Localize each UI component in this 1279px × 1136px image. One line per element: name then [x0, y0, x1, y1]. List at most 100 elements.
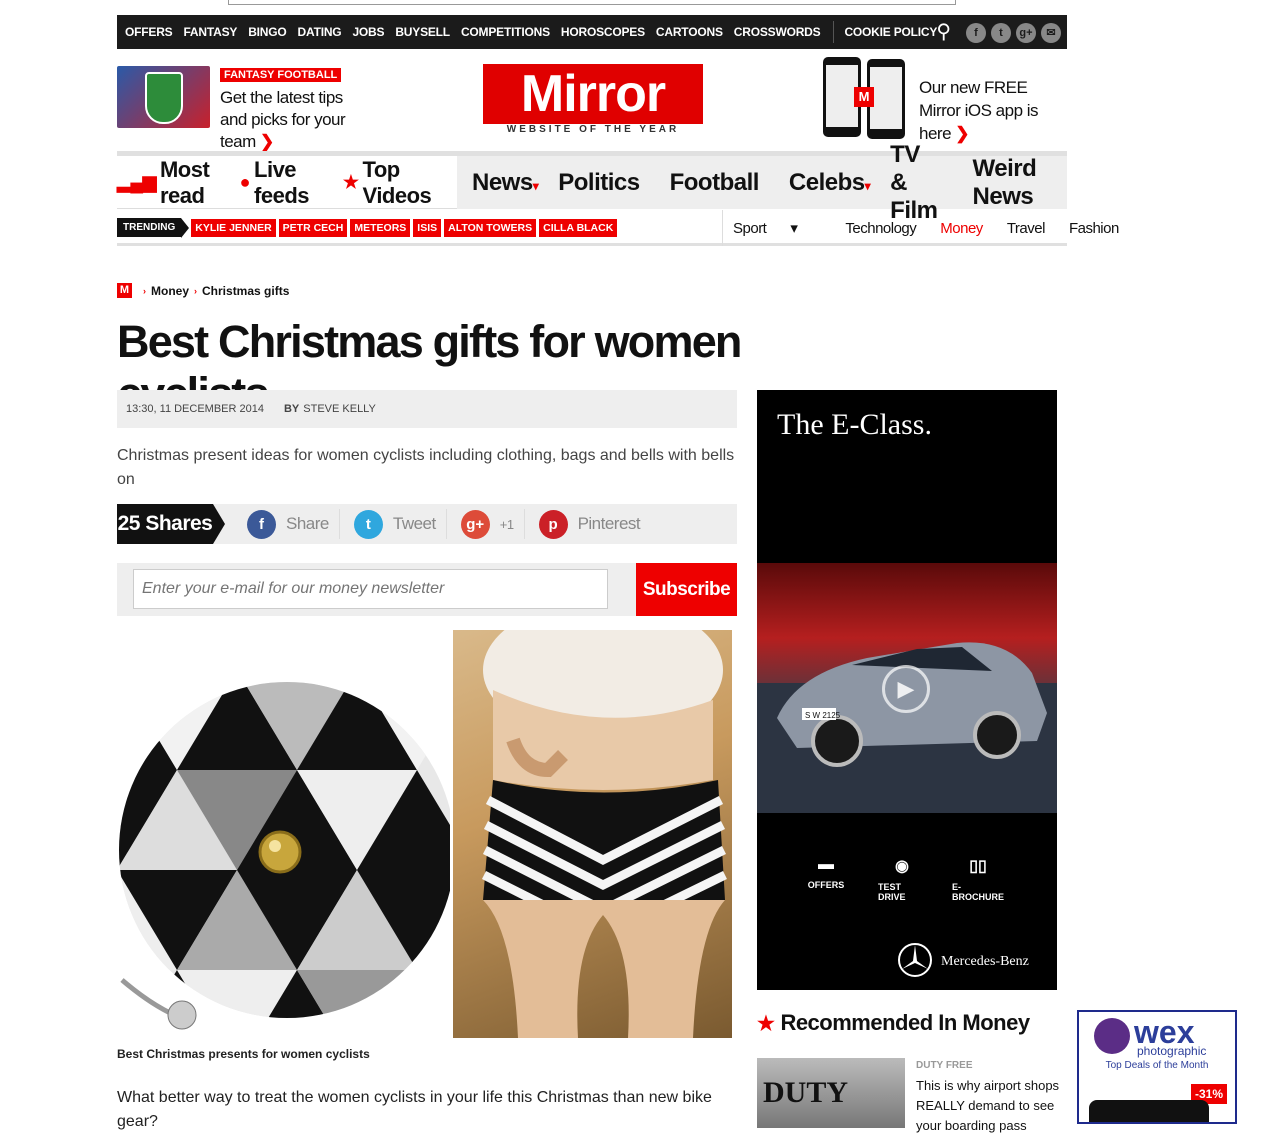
- topbar-link-competitions[interactable]: COMPETITIONS: [461, 25, 550, 39]
- ad-headline: The E-Class.: [777, 408, 932, 441]
- mercedes-advert[interactable]: The E-Class. S W 2125 ▶ ▬ OFFERS ◉ TEST DR…: [757, 390, 1057, 990]
- image-caption: Best Christmas presents for women cyclis…: [117, 1047, 370, 1061]
- star-icon: ★: [342, 172, 359, 192]
- star-icon: ★: [757, 1012, 775, 1035]
- topbar-link-horoscopes[interactable]: HOROSCOPES: [561, 25, 645, 39]
- nav-weird-news[interactable]: Weird News: [973, 155, 1037, 211]
- twitter-share-button[interactable]: t Tweet: [353, 509, 447, 539]
- article-standfirst: Christmas present ideas for women cyclis…: [117, 447, 735, 488]
- trending-bar: TRENDING KYLIE JENNER PETR CECH METEORS …: [117, 218, 620, 238]
- quick-links: ▂▄▆ Most read ● Live feeds ★ Top Videos: [117, 156, 457, 209]
- chevron-right-icon: ›: [143, 285, 146, 296]
- play-icon[interactable]: ▶: [882, 665, 930, 713]
- newsletter-email-input[interactable]: [133, 569, 608, 609]
- subnav-sport[interactable]: Sport ▾: [733, 219, 821, 237]
- chevron-right-icon: ›: [194, 285, 198, 296]
- steering-wheel-icon: ◉: [895, 858, 909, 875]
- chevron-down-icon: ▾: [864, 178, 871, 193]
- trending-tag[interactable]: CILLA BLACK: [539, 218, 618, 237]
- ad-car-photo[interactable]: S W 2125 ▶: [757, 563, 1057, 813]
- pinterest-icon: p: [538, 509, 568, 539]
- pinterest-share-button[interactable]: p Pinterest: [538, 509, 651, 539]
- nav-live-feeds[interactable]: ● Live feeds: [240, 157, 329, 209]
- wex-photographic-advert[interactable]: wex photographic Top Deals of the Month …: [1077, 1010, 1237, 1124]
- twitter-icon[interactable]: t: [991, 22, 1011, 43]
- ios-app-phones-image[interactable]: M: [823, 57, 905, 139]
- mirror-app-icon: M: [854, 87, 874, 107]
- mirror-home-icon[interactable]: M: [117, 283, 132, 298]
- topbar-link-cartoons[interactable]: CARTOONS: [656, 25, 723, 39]
- article-timestamp: 13:30, 11 DECEMBER 2014: [126, 403, 264, 415]
- breadcrumb-money[interactable]: Money: [151, 284, 189, 298]
- trending-tag[interactable]: ISIS: [413, 218, 442, 237]
- topbar-link-fantasy[interactable]: FANTASY: [183, 25, 237, 39]
- wex-aperture-icon: [1094, 1018, 1130, 1054]
- subnav-technology[interactable]: Technology: [845, 220, 916, 237]
- primary-nav-row: ▂▄▆ Most read ● Live feeds ★ Top Videos New…: [117, 141, 1067, 224]
- trending-tag[interactable]: PETR CECH: [278, 218, 348, 237]
- ad-test-drive-button[interactable]: ◉ TEST DRIVE: [878, 856, 926, 902]
- subnav-travel[interactable]: Travel: [1007, 220, 1046, 237]
- topbar-link-buysell[interactable]: BUYSELL: [395, 25, 450, 39]
- nav-football[interactable]: Football: [670, 169, 760, 197]
- googleplus-share-button[interactable]: g+ +1: [460, 509, 525, 539]
- trending-tag[interactable]: ALTON TOWERS: [444, 218, 537, 237]
- nav-celebs[interactable]: Celebs▾: [789, 169, 871, 197]
- googleplus-icon: g+: [460, 509, 490, 539]
- nav-most-read[interactable]: ▂▄▆ Most read: [117, 157, 226, 209]
- top-ad-strip: [228, 0, 956, 5]
- article-meta: 13:30, 11 DECEMBER 2014 BY STEVE KELLY: [117, 390, 737, 428]
- breadcrumb: M › Money › Christmas gifts: [117, 283, 289, 298]
- top-utility-bar: OFFERS FANTASY BINGO DATING JOBS BUYSELL…: [117, 15, 1067, 49]
- bike-bell-image[interactable]: [117, 630, 450, 1040]
- topbar-link-dating[interactable]: DATING: [298, 25, 342, 39]
- trending-tag[interactable]: METEORS: [350, 218, 411, 237]
- search-icon[interactable]: ⚲: [936, 19, 951, 44]
- cookie-policy-link[interactable]: COOKIE POLICY: [844, 25, 937, 39]
- wex-logo-sub: photographic: [1137, 1044, 1207, 1058]
- article-author[interactable]: STEVE KELLY: [303, 403, 376, 415]
- breadcrumb-christmas-gifts[interactable]: Christmas gifts: [202, 284, 289, 298]
- mirror-logo[interactable]: Mirror: [483, 64, 703, 124]
- facebook-icon[interactable]: f: [966, 22, 986, 43]
- bike-bell-illustration: [119, 682, 450, 1030]
- email-icon[interactable]: ✉: [1041, 22, 1061, 43]
- share-count: 25 Shares: [117, 504, 225, 544]
- subscribe-button[interactable]: Subscribe: [636, 563, 737, 616]
- topbar-link-crosswords[interactable]: CROSSWORDS: [734, 25, 821, 39]
- ad-number-plate: S W 2125: [805, 711, 841, 720]
- article-body-paragraph: What better way to treat the women cycli…: [117, 1089, 712, 1130]
- ad-brochure-button[interactable]: ▯▯ E-BROCHURE: [952, 856, 1004, 902]
- mercedes-star-icon: [898, 943, 932, 977]
- car-icon: ▬: [818, 856, 834, 873]
- subnav-money[interactable]: Money: [940, 220, 983, 237]
- clock-icon: ●: [239, 172, 251, 192]
- trending-tag[interactable]: KYLIE JENNER: [191, 218, 276, 237]
- fantasy-shield-icon: [145, 72, 183, 124]
- chevron-right-icon: ❯: [260, 132, 274, 151]
- recommended-module: ★Recommended In Money DUTY FREE DUTY FRE…: [757, 1010, 1059, 1133]
- facebook-share-button[interactable]: f Share: [247, 509, 340, 539]
- book-icon: ▯▯: [969, 858, 987, 875]
- ad-offers-button[interactable]: ▬ OFFERS: [802, 856, 850, 902]
- recommended-title[interactable]: This is why airport shops REALLY demand …: [916, 1076, 1061, 1136]
- ad-options: ▬ OFFERS ◉ TEST DRIVE ▯▯ E-BROCHURE: [802, 856, 1004, 902]
- ios-app-promo-text[interactable]: Our new FREE Mirror iOS app is here ❯: [919, 76, 1069, 145]
- recommended-heading: ★ Recommended In Money: [757, 1010, 1030, 1035]
- striped-cycling-shorts-image[interactable]: [453, 630, 732, 1038]
- nav-politics[interactable]: Politics: [558, 169, 640, 197]
- nav-news[interactable]: News▾: [472, 169, 539, 197]
- facebook-icon: f: [247, 509, 276, 539]
- recommended-kicker: DUTY FREE: [916, 1060, 973, 1071]
- topbar-link-offers[interactable]: OFFERS: [125, 25, 173, 39]
- fantasy-football-promo[interactable]: FANTASY FOOTBALL Get the latest tips and…: [117, 66, 367, 151]
- nav-top-videos[interactable]: ★ Top Videos: [343, 157, 443, 209]
- wex-deal-text: Top Deals of the Month: [1105, 1060, 1209, 1071]
- cycling-shorts-illustration: [481, 630, 727, 1038]
- topbar-link-bingo[interactable]: BINGO: [248, 25, 287, 39]
- subnav-fashion[interactable]: Fashion: [1069, 220, 1119, 237]
- topbar-divider: [833, 21, 835, 43]
- duty-free-thumbnail[interactable]: DUTY FREE: [757, 1058, 905, 1128]
- topbar-link-jobs[interactable]: JOBS: [352, 25, 384, 39]
- googleplus-icon[interactable]: g+: [1016, 22, 1036, 43]
